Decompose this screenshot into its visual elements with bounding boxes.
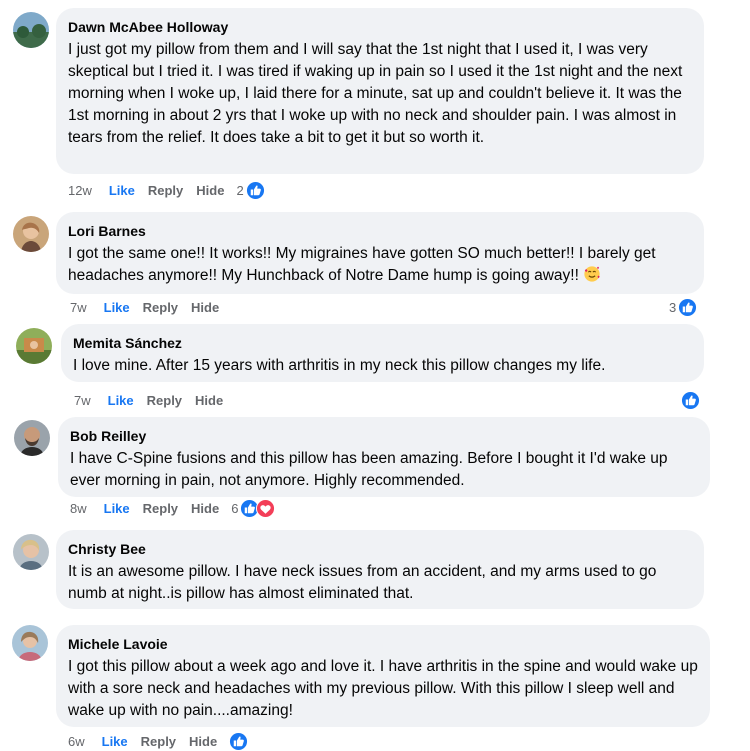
hide-button[interactable]: Hide [191,501,219,516]
comment-text: It is an awesome pillow. I have neck iss… [68,563,657,602]
comment-bubble: Christy Bee It is an awesome pillow. I h… [56,530,704,609]
reaction-summary[interactable]: 3 [669,297,698,317]
reaction-summary[interactable]: 2 [236,180,265,200]
comment-text: I got the same one!! It works!! My migra… [68,243,692,287]
like-thumb-icon [678,297,698,317]
comment-actions: 8w Like Reply Hide 6 [70,498,276,518]
commenter-name[interactable]: Christy Bee [68,540,692,558]
timestamp[interactable]: 6w [68,734,85,749]
comment-text: I just got my pillow from them and I wil… [68,41,683,146]
timestamp[interactable]: 12w [68,183,92,198]
reaction-summary[interactable]: 6 [231,498,276,518]
like-button[interactable]: Like [108,393,134,408]
reply-button[interactable]: Reply [147,393,182,408]
comment-text: I love mine. After 15 years with arthrit… [73,357,606,374]
divider [0,206,750,207]
comment-text: I got this pillow about a week ago and l… [68,658,698,719]
timestamp[interactable]: 8w [70,501,87,516]
reply-button[interactable]: Reply [141,734,176,749]
comment-bubble: Michele Lavoie I got this pillow about a… [56,625,710,727]
comment-actions: 7w Like Reply Hide [74,390,235,410]
comment-bubble: Bob Reilley I have C-Spine fusions and t… [58,417,710,497]
comment-text-body: I got the same one!! It works!! My migra… [68,245,656,284]
like-thumb-icon [229,731,249,751]
divider [0,522,750,523]
reaction-count: 3 [669,299,677,315]
commenter-name[interactable]: Michele Lavoie [68,635,698,653]
hide-button[interactable]: Hide [191,300,219,315]
like-button[interactable]: Like [104,501,130,516]
reply-button[interactable]: Reply [143,501,178,516]
reaction-summary[interactable] [229,731,249,751]
comment-actions: 7w Like Reply Hide [70,297,231,317]
commenter-name[interactable]: Memita Sánchez [73,334,692,352]
divider [0,320,750,321]
like-thumb-icon [245,180,265,200]
reaction-summary[interactable] [681,390,700,410]
timestamp[interactable]: 7w [74,393,91,408]
like-button[interactable]: Like [102,734,128,749]
reply-button[interactable]: Reply [148,183,183,198]
reaction-count: 2 [236,182,244,198]
comment-text: I have C-Spine fusions and this pillow h… [70,450,668,489]
hide-button[interactable]: Hide [195,393,223,408]
commenter-name[interactable]: Lori Barnes [68,222,692,240]
like-thumb-icon [681,390,700,410]
comment-actions: 12w Like Reply Hide 2 [68,180,265,200]
love-heart-icon [256,498,276,518]
reaction-count: 6 [231,500,239,516]
commenter-name[interactable]: Dawn McAbee Holloway [68,18,692,36]
divider [0,620,750,621]
avatar[interactable] [13,12,49,48]
comment-bubble: Lori Barnes I got the same one!! It work… [56,212,704,294]
commenter-name[interactable]: Bob Reilley [70,427,698,445]
smiling-face-with-hearts-emoji [583,265,601,283]
comment-bubble: Dawn McAbee Holloway I just got my pillo… [56,8,704,174]
hide-button[interactable]: Hide [189,734,217,749]
like-button[interactable]: Like [104,300,130,315]
comment-bubble: Memita Sánchez I love mine. After 15 yea… [61,324,704,382]
avatar[interactable] [13,216,49,252]
avatar[interactable] [14,420,50,456]
avatar[interactable] [16,328,52,364]
avatar[interactable] [13,534,49,570]
reply-button[interactable]: Reply [143,300,178,315]
timestamp[interactable]: 7w [70,300,87,315]
comment-actions: 6w Like Reply Hide [68,731,249,751]
like-button[interactable]: Like [109,183,135,198]
hide-button[interactable]: Hide [196,183,224,198]
avatar[interactable] [12,625,48,661]
divider [0,412,750,413]
